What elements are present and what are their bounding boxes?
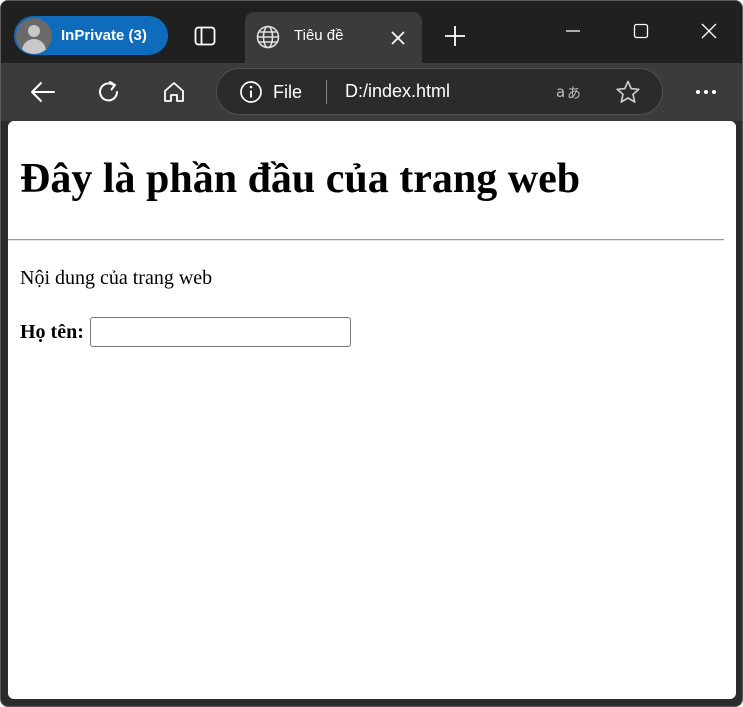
favorites-button[interactable] <box>613 78 643 106</box>
close-icon <box>391 31 405 45</box>
globe-icon <box>256 25 280 49</box>
browser-window: InPrivate (3) Tiêu đề File D:/index.html… <box>0 0 743 707</box>
read-aloud-icon: a あ <box>556 83 581 102</box>
name-label: Họ tên: <box>20 320 84 343</box>
new-tab-button[interactable] <box>439 20 471 52</box>
name-input[interactable] <box>89 317 351 347</box>
tab-close-button[interactable] <box>385 25 411 51</box>
address-bar[interactable]: File D:/index.html a あ <box>216 68 663 115</box>
close-window-button[interactable] <box>679 9 739 53</box>
back-button[interactable] <box>24 74 62 110</box>
home-button[interactable] <box>155 74 193 110</box>
svg-text:あ: あ <box>567 86 581 102</box>
star-icon <box>616 80 640 103</box>
page-content-text: Nội dung của trang web <box>20 267 213 289</box>
back-arrow-icon <box>31 82 55 102</box>
page-heading: Đây là phần đầu của trang web <box>20 156 581 202</box>
plus-icon <box>445 26 465 46</box>
horizontal-rule <box>8 239 724 241</box>
read-aloud-button[interactable]: a あ <box>554 79 586 105</box>
refresh-button[interactable] <box>90 74 128 110</box>
tab-actions-button[interactable] <box>188 21 222 51</box>
home-icon <box>164 82 184 102</box>
address-divider <box>326 80 327 104</box>
name-form-row: Họ tên: <box>20 317 351 347</box>
more-icon <box>696 90 716 94</box>
page-viewport: Đây là phần đầu của trang web Nội dung c… <box>8 121 736 699</box>
avatar-icon <box>16 17 52 54</box>
maximize-button[interactable] <box>611 9 671 53</box>
minimize-icon <box>566 30 580 32</box>
maximize-icon <box>633 23 649 39</box>
inprivate-profile-button[interactable]: InPrivate (3) <box>14 16 168 55</box>
refresh-icon <box>99 81 118 102</box>
scheme-label: File <box>273 81 303 102</box>
close-icon <box>701 23 717 39</box>
url-text[interactable]: D:/index.html <box>345 81 450 102</box>
tab-active[interactable]: Tiêu đề <box>245 12 422 63</box>
title-bar: InPrivate (3) Tiêu đề <box>1 1 742 63</box>
navigation-toolbar: File D:/index.html a あ <box>1 63 742 121</box>
minimize-button[interactable] <box>543 9 603 53</box>
site-info-button[interactable]: File <box>239 78 302 106</box>
tab-actions-icon <box>194 26 216 46</box>
more-button[interactable] <box>689 76 723 108</box>
svg-text:a: a <box>556 83 565 101</box>
profile-label: InPrivate (3) <box>61 27 147 44</box>
tab-title: Tiêu đề <box>294 27 344 44</box>
info-icon <box>240 81 262 103</box>
